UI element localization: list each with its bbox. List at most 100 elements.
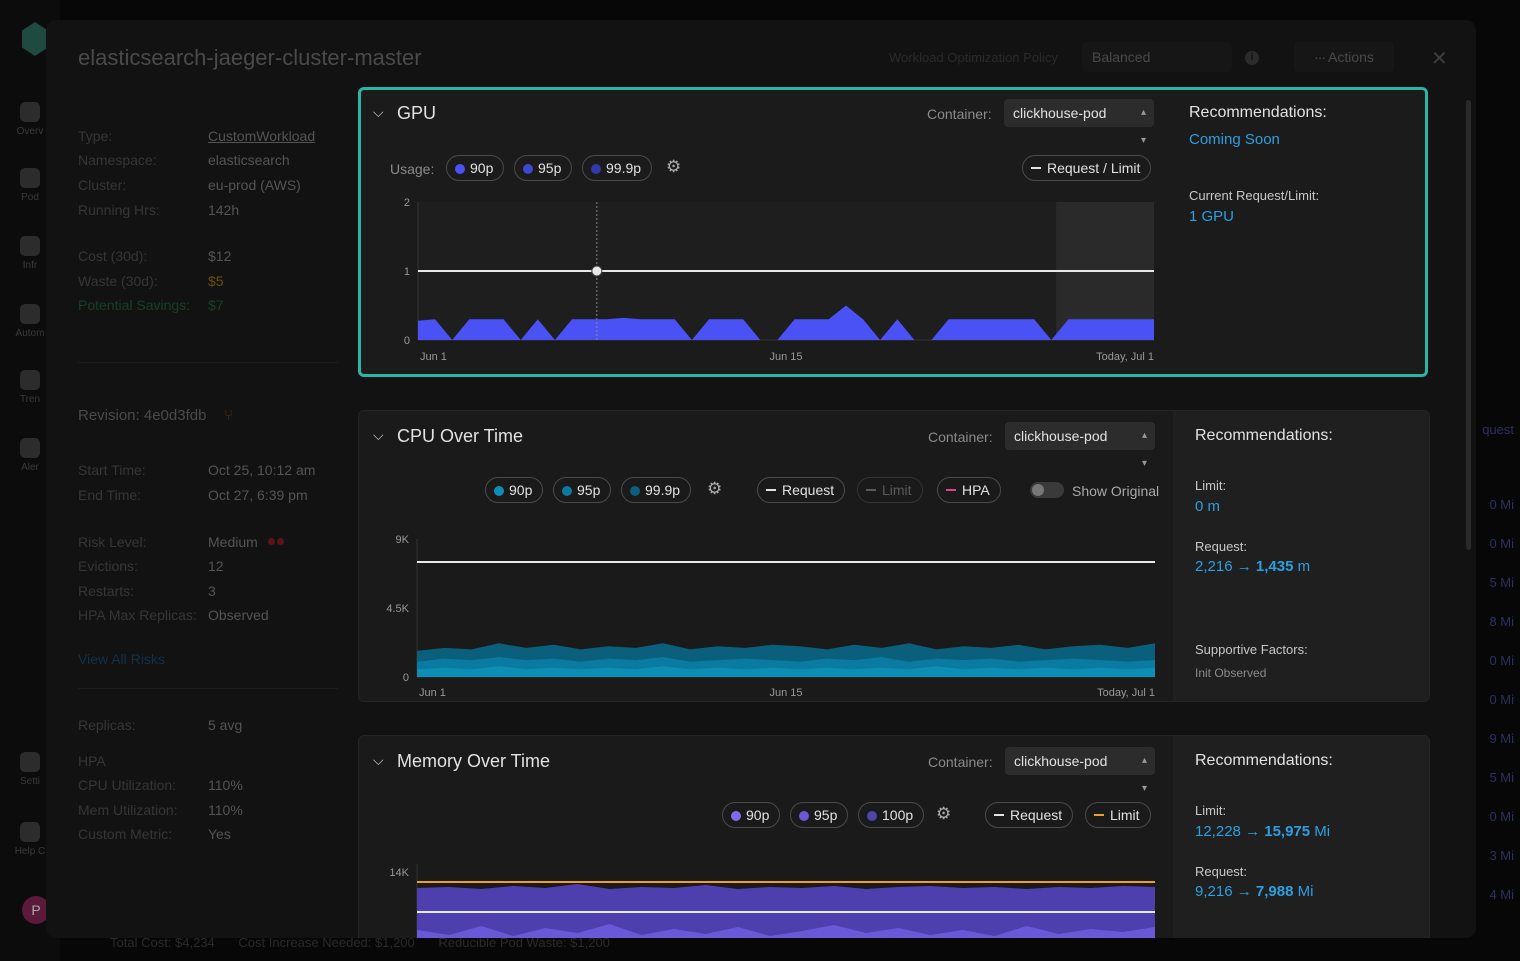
dot-icon [494, 486, 504, 496]
pill-95p[interactable]: 95p [514, 155, 573, 181]
chevron-down-icon[interactable]: ⌵ [373, 427, 384, 444]
container-select[interactable]: clickhouse-pod ▴ ▾ [1004, 99, 1154, 146]
dash-icon [866, 489, 876, 491]
gear-icon[interactable]: ⚙ [666, 157, 681, 177]
dot-icon [630, 486, 640, 496]
dot-icon [591, 164, 601, 174]
request-limit-toggle[interactable]: Request / Limit [1022, 155, 1152, 181]
memory-chart[interactable]: 7K 14K [379, 844, 1164, 938]
view-all-risks-link[interactable]: View All Risks [78, 651, 165, 667]
dot-icon [867, 811, 877, 821]
request-label: Request: [1195, 539, 1248, 554]
app-logo-icon [22, 22, 48, 56]
close-icon[interactable]: ✕ [1431, 46, 1448, 71]
type-link[interactable]: CustomWorkload [208, 128, 315, 144]
memory-title: Memory Over Time [397, 751, 551, 771]
supportive-factors-value: Init Observed [1195, 666, 1267, 680]
y-tick-label: 14K [389, 867, 409, 879]
y-tick-label: 0 [403, 672, 409, 684]
dash-icon [946, 489, 956, 491]
trends-icon [20, 370, 40, 390]
info-icon[interactable]: i [1245, 51, 1259, 65]
gear-icon[interactable]: ⚙ [936, 804, 951, 824]
divider [78, 362, 338, 363]
hpa-toggle[interactable]: HPA [937, 477, 1001, 503]
pill-99-9p[interactable]: 99.9p [582, 155, 653, 181]
cpu-chart[interactable]: 0 4.5K 9K Jun 1 Jun 15 Today, Jul 1 [379, 519, 1164, 699]
pill-99-9p[interactable]: 99.9p [621, 477, 692, 503]
actions-button[interactable]: ··· Actions [1294, 42, 1394, 72]
request-toggle[interactable]: Request [985, 802, 1074, 828]
hpa-heading: HPA [78, 753, 106, 769]
cpu-chart-panel: ⌵ CPU Over Time Container: clickhouse-po… [359, 411, 1171, 701]
limit-toggle[interactable]: Limit [857, 477, 923, 503]
request-toggle[interactable]: Request [757, 477, 846, 503]
settings-icon [20, 752, 40, 772]
request-value: 9,216 → 7,988 Mi [1195, 883, 1314, 900]
bg-right-value: 4 Mi [1489, 887, 1514, 902]
reco-title: Recommendations: [1195, 752, 1333, 769]
container-label: Container: [928, 754, 993, 770]
current-request-value: 1 GPU [1189, 208, 1235, 225]
memory-card: ⌵ Memory Over Time Container: clickhouse… [358, 735, 1430, 938]
pill-90p[interactable]: 90p [446, 155, 505, 181]
y-tick-label: 1 [404, 266, 410, 278]
dot-icon [523, 164, 533, 174]
gpu-title: GPU [397, 103, 437, 123]
y-tick-label: 2 [404, 197, 410, 209]
pill-95p[interactable]: 95p [790, 802, 849, 828]
x-tick-label: Today, Jul 1 [1096, 351, 1154, 363]
gpu-chart[interactable]: 0 1 2 Jun 1 Jun 15 Today, Jul 1 [381, 194, 1166, 364]
y-tick-label: 0 [404, 335, 410, 347]
dot-icon [455, 164, 465, 174]
x-tick-label: Jun 15 [769, 687, 802, 699]
x-tick-label: Today, Jul 1 [1097, 687, 1155, 699]
chevron-down-icon[interactable]: ⌵ [373, 752, 384, 769]
risk-dots-icon [268, 538, 284, 546]
memory-recommendations: Recommendations: Limit: 12,228 → 15,975 … [1173, 736, 1429, 938]
alerts-icon [20, 438, 40, 458]
limit-label: Limit: [1195, 803, 1227, 818]
cpu-card: ⌵ CPU Over Time Container: clickhouse-po… [358, 410, 1430, 702]
dash-icon [994, 814, 1004, 816]
bg-right-value: 0 Mi [1489, 653, 1514, 668]
pill-90p[interactable]: 90p [722, 802, 781, 828]
supportive-factors-label: Supportive Factors: [1195, 642, 1308, 657]
bg-right-value: 9 Mi [1489, 731, 1514, 746]
container-select[interactable]: clickhouse-pod ▴ ▾ [1005, 422, 1155, 469]
dash-icon [1031, 167, 1041, 169]
usage-label: Usage: [390, 161, 435, 177]
bg-right-value: 0 Mi [1489, 497, 1514, 512]
modal-title: elasticsearch-jaeger-cluster-master [78, 45, 422, 70]
overview-icon [20, 102, 40, 122]
pill-100p[interactable]: 100p [858, 802, 925, 828]
updown-icon: ▴ ▾ [1141, 755, 1147, 794]
container-select[interactable]: clickhouse-pod ▴ ▾ [1005, 747, 1155, 794]
background-right-column: quest 0 Mi 0 Mi 5 Mi 8 Mi 0 Mi 0 Mi 9 Mi… [1474, 0, 1520, 961]
chevron-down-icon[interactable]: ⌵ [373, 104, 384, 121]
gear-icon[interactable]: ⚙ [707, 479, 722, 499]
pill-95p[interactable]: 95p [553, 477, 612, 503]
branch-icon: ⑂ [224, 407, 234, 424]
y-tick-label: 4.5K [386, 603, 409, 615]
container-label: Container: [928, 429, 993, 445]
bg-right-value: 0 Mi [1489, 809, 1514, 824]
dash-icon [766, 489, 776, 491]
limit-label: Limit: [1195, 478, 1227, 493]
updown-icon: ▴ ▾ [1140, 107, 1146, 146]
y-tick-label: 7K [396, 937, 410, 938]
coming-soon-text: Coming Soon [1189, 131, 1280, 148]
limit-toggle[interactable]: Limit [1085, 802, 1151, 828]
policy-select[interactable]: Balanced [1082, 42, 1232, 72]
y-tick-label: 9K [396, 534, 410, 546]
pill-90p[interactable]: 90p [485, 477, 544, 503]
bg-right-value: 3 Mi [1489, 848, 1514, 863]
help-icon [20, 822, 40, 842]
show-original-toggle[interactable] [1030, 482, 1064, 498]
scrollbar[interactable] [1466, 100, 1471, 550]
bg-right-value: 5 Mi [1489, 770, 1514, 785]
bg-right-value: quest [1482, 422, 1514, 437]
x-tick-label: Jun 15 [769, 351, 802, 363]
cpu-recommendations: Recommendations: Limit: 0 m Request: 2,2… [1173, 411, 1429, 701]
more-icon: ··· [1314, 49, 1328, 65]
